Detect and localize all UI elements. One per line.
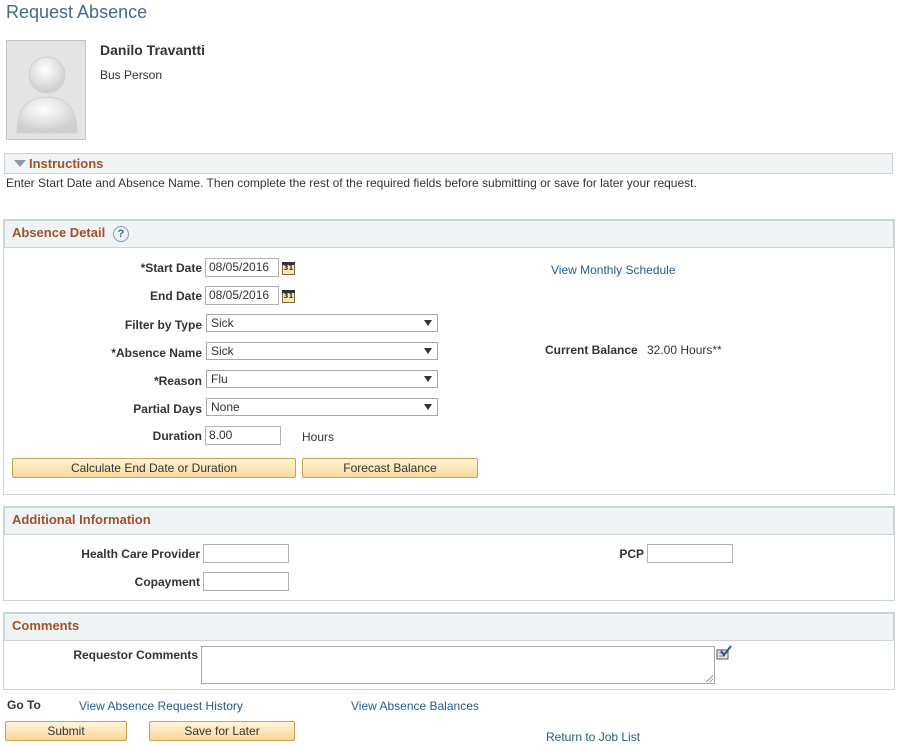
return-to-job-list-link[interactable]: Return to Job List (546, 730, 640, 744)
health-care-provider-label: Health Care Provider (81, 547, 200, 561)
filter-by-type-label: Filter by Type (124, 318, 202, 332)
requestor-comments-label: Requestor Comments (73, 648, 198, 662)
additional-info-header: Additional Information (4, 507, 894, 535)
partial-days-value: None (211, 400, 240, 414)
employee-name: Danilo Travantti (100, 42, 206, 58)
reason-value: Flu (211, 372, 228, 386)
absence-detail-header: Absence Detail (4, 220, 894, 248)
resize-grip-icon[interactable] (705, 674, 713, 682)
pcp-input[interactable] (647, 544, 733, 563)
dropdown-arrow-icon (424, 348, 432, 354)
absence-name-label: *Absence Name (111, 346, 202, 360)
duration-label: Duration (152, 429, 202, 443)
current-balance-label: Current Balance (545, 343, 638, 357)
reason-select[interactable]: Flu (206, 370, 438, 388)
end-date-label: End Date (149, 289, 202, 303)
instructions-header[interactable]: Instructions (4, 153, 893, 174)
instructions-header-label: Instructions (29, 156, 104, 171)
filter-by-type-select[interactable]: Sick (206, 314, 438, 332)
calculate-end-date-button[interactable]: Calculate End Date or Duration (12, 458, 296, 478)
calendar-icon[interactable]: 31 (282, 262, 295, 275)
forecast-balance-button[interactable]: Forecast Balance (302, 458, 478, 478)
collapse-triangle-icon[interactable] (14, 160, 26, 167)
partial-days-label: Partial Days (133, 402, 202, 416)
absence-name-value: Sick (211, 344, 234, 358)
partial-days-select[interactable]: None (206, 398, 438, 416)
current-balance-value: 32.00 Hours** (647, 343, 722, 357)
end-date-input[interactable]: 08/05/2016 (205, 286, 279, 305)
requestor-comments-textarea[interactable] (201, 646, 715, 684)
copayment-label: Copayment (134, 575, 200, 589)
person-silhouette-icon (7, 41, 85, 139)
save-for-later-button[interactable]: Save for Later (149, 721, 295, 741)
page-title: Request Absence (6, 2, 148, 22)
instructions-text: Enter Start Date and Absence Name. Then … (6, 176, 697, 190)
calendar-icon[interactable]: 31 (282, 290, 295, 303)
submit-button[interactable]: Submit (5, 721, 127, 741)
view-monthly-schedule-link[interactable]: View Monthly Schedule (551, 263, 676, 277)
health-care-provider-input[interactable] (203, 544, 289, 563)
duration-input[interactable]: 8.00 (205, 426, 281, 445)
start-date-input[interactable]: 08/05/2016 (205, 258, 279, 277)
view-absence-balances-link[interactable]: View Absence Balances (351, 699, 479, 713)
comments-header: Comments (4, 613, 894, 641)
absence-name-select[interactable]: Sick (206, 342, 438, 360)
filter-by-type-value: Sick (211, 316, 234, 330)
copayment-input[interactable] (203, 572, 289, 591)
absence-detail-header-label: Absence Detail (12, 225, 106, 240)
employee-photo (6, 40, 86, 140)
start-date-label: *Start Date (140, 261, 202, 275)
employee-job-title: Bus Person (100, 68, 163, 82)
dropdown-arrow-icon (424, 404, 432, 410)
dropdown-arrow-icon (424, 320, 432, 326)
view-absence-request-history-link[interactable]: View Absence Request History (79, 699, 243, 713)
pcp-label: PCP (619, 547, 644, 561)
spell-check-icon[interactable] (715, 645, 733, 663)
go-to-label: Go To (7, 698, 41, 712)
comments-header-label: Comments (12, 618, 80, 633)
dropdown-arrow-icon (424, 376, 432, 382)
help-icon[interactable]: ? (113, 226, 129, 242)
additional-info-header-label: Additional Information (12, 512, 151, 527)
duration-unit: Hours (302, 430, 335, 444)
reason-label: *Reason (153, 374, 202, 388)
